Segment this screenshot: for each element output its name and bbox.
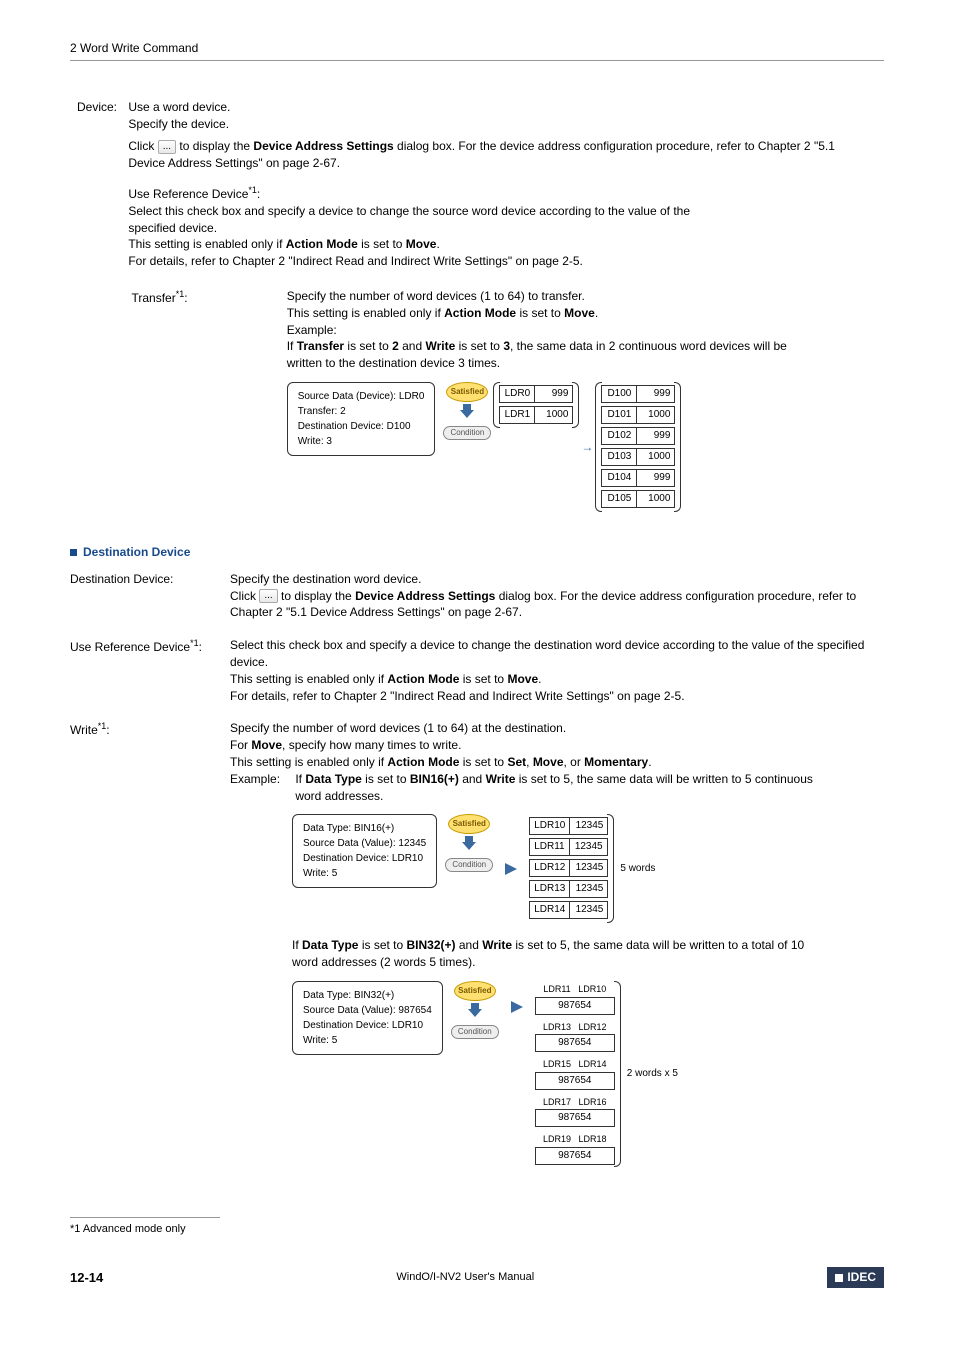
- write-body: Specify the number of word devices (1 to…: [230, 720, 884, 1167]
- diagram1-dest-registers: D100999 D1011000 D102999 D1031000 D10499…: [601, 382, 675, 512]
- condition-badge: Condition: [445, 858, 493, 872]
- transfer-body: Specify the number of word devices (1 to…: [287, 288, 832, 512]
- use-reference-device-row: Use Reference Device*1: Select this chec…: [128, 184, 848, 270]
- register-row: D104999: [601, 468, 675, 487]
- transfer-example-label: Example:: [287, 322, 349, 339]
- device-label: Device:: [70, 99, 125, 116]
- dest-use-reference-label: Use Reference Device*1:: [70, 637, 230, 704]
- write-label: Write*1:: [70, 720, 230, 1167]
- use-reference-device-label: Use Reference Device*1:: [128, 184, 283, 203]
- write-example2-intro: If Data Type is set to BIN32(+) and Writ…: [292, 937, 812, 971]
- bullet-icon: [70, 549, 77, 556]
- footer-manual-title: WindO/I-NV2 User's Manual: [396, 1270, 534, 1285]
- write-row: Write*1: Specify the number of word devi…: [70, 720, 884, 1167]
- device-line2: Specify the device.: [128, 117, 229, 131]
- write-example-label: Example:: [230, 771, 292, 788]
- register-row: D102999: [601, 426, 675, 445]
- satisfied-badge: Satisfied: [448, 814, 490, 834]
- use-reference-device-body: Select this check box and specify a devi…: [128, 203, 728, 270]
- arrow-down-icon: [462, 836, 476, 850]
- diagram1-source-registers: LDR0999 LDR11000: [499, 382, 573, 428]
- condition-badge: Condition: [451, 1025, 499, 1039]
- dest-use-reference-body: Select this check box and specify a devi…: [230, 637, 884, 704]
- device-body: Use a word device. Specify the device. C…: [128, 99, 848, 530]
- arrow-right-icon: [511, 1001, 523, 1013]
- page-header-title: 2 Word Write Command: [70, 41, 198, 55]
- register-row: D100999: [601, 384, 675, 403]
- diagram2-condition-col: Satisfied Condition: [445, 814, 493, 872]
- diagram3-condition-col: Satisfied Condition: [451, 981, 499, 1039]
- register-row: D1051000: [601, 489, 675, 508]
- device-line1: Use a word device.: [128, 100, 230, 114]
- register-row: LDR11000: [499, 405, 573, 424]
- transfer-label: Transfer*1:: [73, 288, 283, 307]
- register-pair: LDR19 LDR18 987654: [535, 1133, 615, 1165]
- ellipsis-button[interactable]: ...: [259, 589, 277, 603]
- register-row: LDR1412345: [529, 900, 608, 919]
- transfer-example-body: If Transfer is set to 2 and Write is set…: [287, 338, 807, 372]
- page-header: 2 Word Write Command: [70, 40, 884, 61]
- diagram3-dest-registers: LDR11 LDR10 987654 LDR13 LDR12 987654 LD…: [535, 981, 615, 1167]
- transfer-diagram: Source Data (Device): LDR0 Transfer: 2 D…: [287, 382, 832, 512]
- diagram2-dest-registers: LDR1012345 LDR1112345 LDR1212345 LDR1312…: [529, 814, 608, 923]
- register-row: LDR1012345: [529, 816, 608, 835]
- write-example1-body: If Data Type is set to BIN16(+) and Writ…: [295, 771, 815, 805]
- register-row: LDR1112345: [529, 837, 608, 856]
- arrow-right-icon: →: [581, 439, 593, 456]
- brand-square-icon: [835, 1274, 843, 1282]
- destination-device-label: Destination Device:: [70, 571, 230, 621]
- ellipsis-button[interactable]: ...: [158, 140, 176, 154]
- device-section: Device: Use a word device. Specify the d…: [70, 99, 884, 530]
- footnote: *1 Advanced mode only: [70, 1217, 220, 1237]
- destination-device-heading: Destination Device: [70, 544, 884, 561]
- register-row: LDR1312345: [529, 879, 608, 898]
- register-pair: LDR11 LDR10 987654: [535, 983, 615, 1015]
- transfer-row: Transfer*1: Specify the number of word d…: [73, 288, 848, 512]
- diagram1-info-box: Source Data (Device): LDR0 Transfer: 2 D…: [287, 382, 436, 456]
- condition-badge: Condition: [443, 426, 491, 440]
- satisfied-badge: Satisfied: [446, 382, 488, 402]
- destination-device-row: Destination Device: Specify the destinat…: [70, 571, 884, 621]
- page-footer: 12-14 WindO/I-NV2 User's Manual IDEC: [70, 1267, 884, 1288]
- diagram3-note: 2 words x 5: [627, 1067, 678, 1081]
- device-click-paragraph: Click ... to display the Device Address …: [128, 138, 848, 172]
- register-pair: LDR15 LDR14 987654: [535, 1058, 615, 1090]
- write-diagram-bin16: Data Type: BIN16(+) Source Data (Value):…: [292, 814, 884, 923]
- register-row: LDR0999: [499, 384, 573, 403]
- diagram3-info-box: Data Type: BIN32(+) Source Data (Value):…: [292, 981, 443, 1055]
- diagram2-info-box: Data Type: BIN16(+) Source Data (Value):…: [292, 814, 437, 888]
- arrow-right-icon: [505, 863, 517, 875]
- register-row: D1031000: [601, 447, 675, 466]
- dest-use-reference-row: Use Reference Device*1: Select this chec…: [70, 637, 884, 704]
- register-row: D1011000: [601, 405, 675, 424]
- diagram1-condition-col: Satisfied Condition: [443, 382, 491, 440]
- write-diagram-bin32: Data Type: BIN32(+) Source Data (Value):…: [292, 981, 884, 1167]
- arrow-down-icon: [468, 1003, 482, 1017]
- register-pair: LDR17 LDR16 987654: [535, 1096, 615, 1128]
- register-row: LDR1212345: [529, 858, 608, 877]
- diagram2-note: 5 words: [620, 862, 655, 876]
- arrow-down-icon: [460, 404, 474, 418]
- satisfied-badge: Satisfied: [454, 981, 496, 1001]
- page-number: 12-14: [70, 1269, 103, 1287]
- destination-device-body: Specify the destination word device. Cli…: [230, 571, 884, 621]
- register-pair: LDR13 LDR12 987654: [535, 1021, 615, 1053]
- brand-badge: IDEC: [827, 1267, 884, 1288]
